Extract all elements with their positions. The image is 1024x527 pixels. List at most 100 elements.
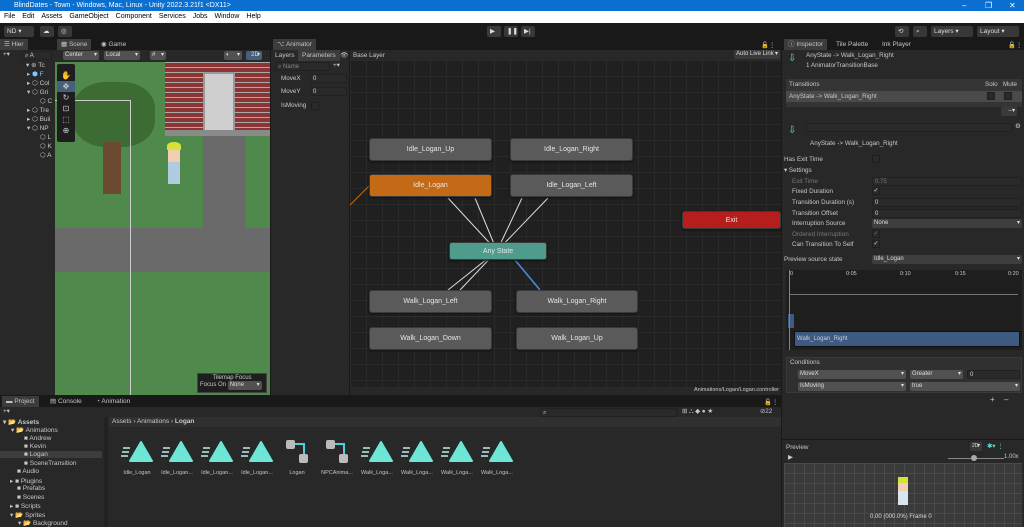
tree-item[interactable]: ⬡ A <box>40 151 51 159</box>
lock-icon[interactable]: 🔓⋮ <box>1008 41 1022 49</box>
tab-layers[interactable]: Layers <box>271 50 299 61</box>
mute-checkbox[interactable] <box>1004 92 1012 100</box>
grid-dropdown[interactable]: # <box>150 51 166 60</box>
preview-source-dropdown[interactable]: Idle_Logan <box>872 255 1022 264</box>
asset-item[interactable]: Walk_Loga... <box>397 437 437 476</box>
menu-file[interactable]: File <box>4 13 15 20</box>
folder-andrew[interactable]: ■ Andrew <box>24 435 51 442</box>
layout-dropdown[interactable]: Layout ▾ <box>977 26 1019 37</box>
settings-foldout[interactable]: ▾ Settings <box>784 167 812 174</box>
condition-param-dropdown[interactable]: IsMoving <box>798 382 906 391</box>
rect-tool-icon[interactable]: ⬚ <box>57 114 75 125</box>
tree-scrollbar[interactable] <box>104 417 108 527</box>
2d-toggle[interactable]: 2D <box>246 51 262 60</box>
tree-item[interactable]: ▸ ⬢ F <box>27 70 44 78</box>
folder-background[interactable]: ▾ 📂 Background <box>18 519 68 527</box>
add-parameter-button[interactable]: +▾ <box>333 62 340 69</box>
folder-scenetransition[interactable]: ■ SceneTransition <box>24 460 76 467</box>
condition-mode-dropdown[interactable]: true <box>910 382 1020 391</box>
state-walk-logan-down[interactable]: Walk_Logan_Down <box>369 327 492 350</box>
avatar-icon[interactable]: ✱▾ ⋮ <box>987 443 1003 450</box>
hidden-packages-count[interactable]: ⊘22 <box>760 408 772 415</box>
folder-audio[interactable]: ■ Audio <box>17 468 39 475</box>
scale-tool-icon[interactable]: ⊡ <box>57 103 75 114</box>
layers-dropdown[interactable]: Layers ▾ <box>931 26 973 37</box>
state-walk-logan-up[interactable]: Walk_Logan_Up <box>516 327 638 350</box>
menu-window[interactable]: Window <box>215 13 240 20</box>
transition-row[interactable]: AnyState -> Walk_Logan_Right <box>786 91 1022 102</box>
menu-gameobject[interactable]: GameObject <box>69 13 108 20</box>
folder-kevin[interactable]: ■ Kevin <box>24 443 46 450</box>
remove-transition-button[interactable]: – <box>1001 107 1017 116</box>
maximize-button[interactable]: ❐ <box>985 0 992 11</box>
folder-logan[interactable]: ■ Logan <box>0 451 102 458</box>
folder-scenes[interactable]: ■ Scenes <box>17 494 44 501</box>
scene-view[interactable]: ✋ ✥ ↻ ⊡ ⬚ ⊕ Tilemap Focus Focus On None <box>55 62 270 395</box>
tab-inspector[interactable]: ⓘ Inspector <box>784 39 828 50</box>
preview-viewport[interactable]: 0.00 (000.0%) Frame 0 <box>784 463 1022 527</box>
tree-item[interactable]: ⬡ C <box>40 97 52 105</box>
breadcrumb-item[interactable]: Assets <box>112 418 132 425</box>
search-icon[interactable]: ⌕ <box>913 26 927 37</box>
asset-item[interactable]: Idle_Logan... <box>157 437 197 476</box>
focus-dropdown[interactable]: None <box>227 381 262 390</box>
state-exit[interactable]: Exit <box>682 211 781 229</box>
param-value[interactable]: 0 <box>310 74 347 83</box>
folder-scripts[interactable]: ▸ ■ Scripts <box>10 502 41 510</box>
fixed-duration-checkbox[interactable]: ✓ <box>872 187 880 195</box>
state-walk-logan-left[interactable]: Walk_Logan_Left <box>369 290 492 313</box>
eye-icon[interactable]: 👁 <box>340 51 348 59</box>
param-checkbox[interactable] <box>311 102 319 110</box>
preview-2d-button[interactable]: 2D <box>970 442 982 451</box>
move-tool-icon[interactable]: ✥ <box>57 81 75 92</box>
pivot-dropdown[interactable]: Center <box>63 51 99 60</box>
tab-ink-player[interactable]: Ink Player <box>878 39 915 50</box>
can-transition-to-self-checkbox[interactable]: ✓ <box>872 240 880 248</box>
preview-play-button[interactable]: ▶ <box>788 454 793 461</box>
transition-duration-field[interactable]: 0 <box>872 198 1022 207</box>
tree-item[interactable]: ▸ ⬡ Col <box>27 79 49 87</box>
asset-item[interactable]: Idle_Logan <box>117 437 157 476</box>
ordered-interruption-checkbox[interactable]: ✓ <box>872 230 880 238</box>
rotate-tool-icon[interactable]: ↻ <box>57 92 75 103</box>
has-exit-time-checkbox[interactable] <box>872 155 880 163</box>
folder-prefabs[interactable]: ■ Prefabs <box>17 485 45 492</box>
tree-item[interactable]: ⬡ K <box>40 142 52 150</box>
parameter-search[interactable]: ⌕ Name <box>275 62 330 71</box>
lock-icon[interactable]: 🔓⋮ <box>764 398 778 406</box>
state-idle-logan-left[interactable]: Idle_Logan_Left <box>510 174 633 197</box>
tab-parameters[interactable]: Parameters <box>298 50 340 61</box>
tree-item[interactable]: ▸ ⬡ Tre <box>27 106 49 114</box>
tree-item[interactable]: ▾ ⬡ NP <box>27 124 49 132</box>
history-icon[interactable]: ⟲ <box>895 26 909 37</box>
step-button[interactable]: ▶| <box>521 26 535 37</box>
tree-item[interactable]: ▾ ⬡ Gri <box>27 88 48 96</box>
tab-game[interactable]: ◉ Game <box>97 39 130 50</box>
asset-item[interactable]: Walk_Loga... <box>477 437 517 476</box>
collab-icon[interactable]: ◎ <box>58 26 72 37</box>
layer-breadcrumb[interactable]: Base Layer <box>353 52 385 59</box>
breadcrumb-item[interactable]: Logan <box>175 418 195 425</box>
tab-console[interactable]: ▤ Console <box>46 396 86 407</box>
destination-clip-bar[interactable]: Walk_Logan_Right <box>794 331 1020 347</box>
timeline-playhead[interactable] <box>789 270 790 350</box>
exit-time-field[interactable]: 0.75 <box>872 177 1022 186</box>
tree-item[interactable]: ▸ ⬡ Buil <box>27 115 50 123</box>
condition-mode-dropdown[interactable]: Greater <box>910 370 963 379</box>
asset-item[interactable]: NPCAnima... <box>317 437 357 476</box>
tab-scene[interactable]: ▦ Scene <box>57 39 92 50</box>
menu-assets[interactable]: Assets <box>41 13 62 20</box>
cloud-icon[interactable]: ☁ <box>40 26 54 37</box>
tab-hierarchy[interactable]: ☰ Hier <box>0 39 28 50</box>
minimize-button[interactable]: – <box>962 0 966 11</box>
folder-sprites[interactable]: ▾ 📂 Sprites <box>10 511 45 519</box>
project-search[interactable]: ⌕ <box>540 408 677 417</box>
hierarchy-search[interactable]: ⌕ A <box>22 51 52 60</box>
create-button[interactable]: +▾ <box>3 51 10 58</box>
space-dropdown[interactable]: Local <box>104 51 140 60</box>
transition-name-field[interactable] <box>806 123 1012 132</box>
folder-animations[interactable]: ▾ 📂 Animations <box>11 426 58 434</box>
close-button[interactable]: ✕ <box>1009 0 1016 11</box>
menu-help[interactable]: Help <box>246 13 260 20</box>
remove-condition-button[interactable]: – <box>1004 395 1008 404</box>
